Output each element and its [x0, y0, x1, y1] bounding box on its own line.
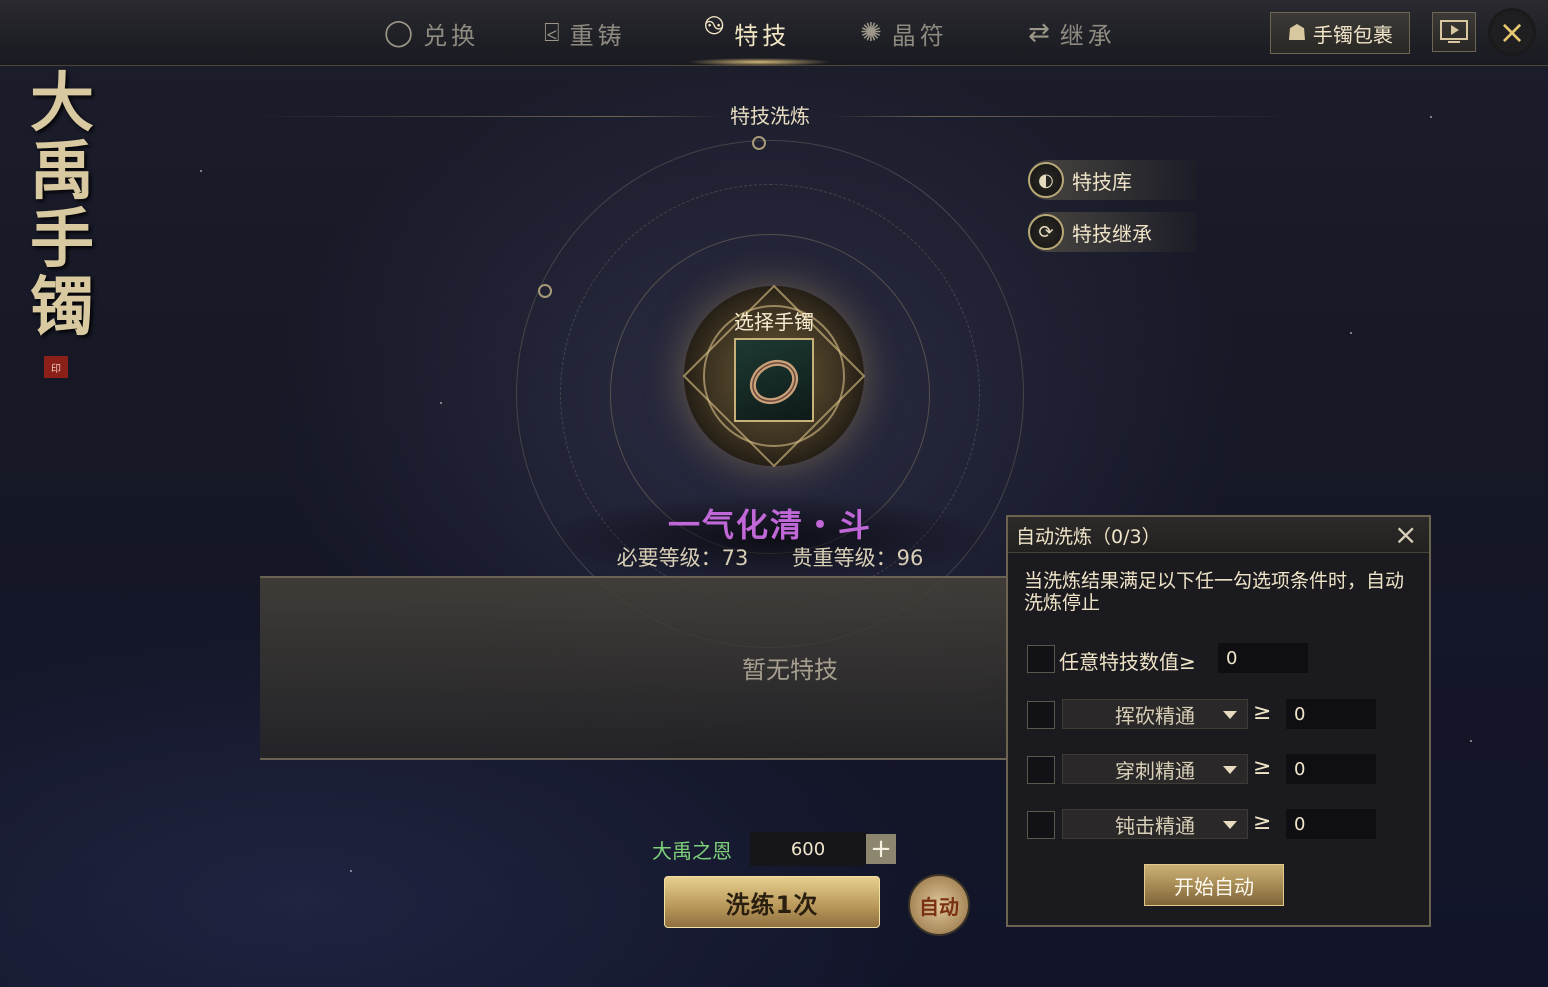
dropdown-value: 钝击精通: [1115, 813, 1195, 838]
skill-library-label: 特技库: [1072, 169, 1132, 194]
chevron-down-icon: [1223, 766, 1237, 774]
dropdown-value: 挥砍精通: [1115, 703, 1195, 728]
rune-icon: ✺: [860, 18, 886, 48]
plus-icon: +: [870, 834, 892, 864]
auto-refine-button[interactable]: 自动: [908, 874, 970, 936]
tab-rune[interactable]: ✺ 晶符: [860, 14, 948, 52]
condition-3-dropdown[interactable]: 钝击精通: [1062, 809, 1248, 839]
tab-label: 特技: [734, 21, 791, 50]
skill-name: 一气化清・斗: [667, 506, 872, 544]
red-seal: 印: [44, 356, 68, 378]
any-skill-label: 任意特技数值≥: [1059, 650, 1196, 674]
skill-inherit-button[interactable]: ⟳ 特技继承: [1028, 212, 1196, 252]
bracelet-icon: [749, 359, 799, 405]
currency-amount: 600: [750, 832, 866, 866]
ring-knob-left: [538, 284, 552, 298]
tab-inherit[interactable]: ⇄ 继承: [1028, 14, 1116, 52]
select-bracelet-label: 选择手镯: [734, 310, 814, 334]
required-level: 必要等级：73: [616, 546, 749, 570]
bracelet-slot[interactable]: [734, 338, 814, 422]
tab-skill[interactable]: ࿊ 特技: [704, 11, 791, 52]
refine-once-button[interactable]: 洗练1次: [664, 876, 880, 928]
dialog-description: 当洗炼结果满足以下任一勾选项条件时，自动洗炼停止: [1024, 570, 1405, 614]
inherit-icon: ⇄: [1028, 18, 1054, 48]
tab-label: 兑换: [423, 21, 480, 50]
level-requirements: 必要等级：73 贵重等级：96: [560, 542, 980, 572]
video-button[interactable]: [1432, 12, 1476, 52]
tab-label: 继承: [1059, 21, 1116, 50]
condition-3-checkbox[interactable]: [1027, 811, 1055, 839]
condition-3-value-input[interactable]: 0: [1286, 809, 1376, 839]
ring-knob-top: [752, 136, 766, 150]
dialog-close-button[interactable]: ×: [1394, 520, 1417, 550]
bag-icon: ☗: [1287, 20, 1307, 46]
bracelet-bag-button[interactable]: ☗ 手镯包裹: [1270, 12, 1410, 54]
play-screen-icon: [1440, 20, 1468, 43]
gte-symbol: ≥: [1253, 810, 1272, 835]
skill-inherit-label: 特技继承: [1072, 221, 1152, 246]
bag-button-label: 手镯包裹: [1312, 22, 1393, 47]
condition-2-dropdown[interactable]: 穿刺精通: [1062, 754, 1248, 784]
dialog-title: 自动洗炼（0/3）: [1016, 526, 1161, 548]
start-auto-button[interactable]: 开始自动: [1144, 864, 1284, 906]
add-currency-button[interactable]: +: [866, 834, 896, 864]
close-icon: ×: [1498, 13, 1526, 51]
any-skill-value-input[interactable]: 0: [1218, 643, 1308, 673]
active-tab-indicator: [686, 58, 832, 66]
dropdown-value: 穿刺精通: [1115, 758, 1195, 783]
gte-symbol: ≥: [1253, 700, 1272, 725]
tab-label: 重铸: [569, 21, 626, 50]
tab-exchange[interactable]: ◯ 兑换: [384, 14, 479, 52]
condition-2-value-input[interactable]: 0: [1286, 754, 1376, 784]
close-window-button[interactable]: ×: [1488, 8, 1536, 56]
chevron-down-icon: [1223, 821, 1237, 829]
cycle-icon: ⟳: [1028, 214, 1064, 250]
currency-label: 大禹之恩: [652, 839, 732, 863]
skill-library-button[interactable]: ◐ 特技库: [1028, 160, 1196, 200]
condition-1-checkbox[interactable]: [1027, 701, 1055, 729]
library-icon: ◐: [1028, 162, 1064, 198]
condition-1-dropdown[interactable]: 挥砍精通: [1062, 699, 1248, 729]
condition-1-value-input[interactable]: 0: [1286, 699, 1376, 729]
title-calligraphy: 大禹手镯: [30, 66, 94, 345]
precious-level: 贵重等级：96: [791, 546, 924, 570]
tab-recast[interactable]: ⍃ 重铸: [544, 14, 626, 52]
tab-label: 晶符: [891, 21, 948, 50]
condition-2-checkbox[interactable]: [1027, 756, 1055, 784]
exchange-icon: ◯: [384, 18, 418, 48]
chevron-down-icon: [1223, 711, 1237, 719]
recast-icon: ⍃: [544, 17, 564, 48]
no-skill-text: 暂无特技: [742, 656, 838, 684]
section-title: 特技洗炼: [730, 104, 810, 128]
any-skill-checkbox[interactable]: [1027, 645, 1055, 673]
gte-symbol: ≥: [1253, 755, 1272, 780]
